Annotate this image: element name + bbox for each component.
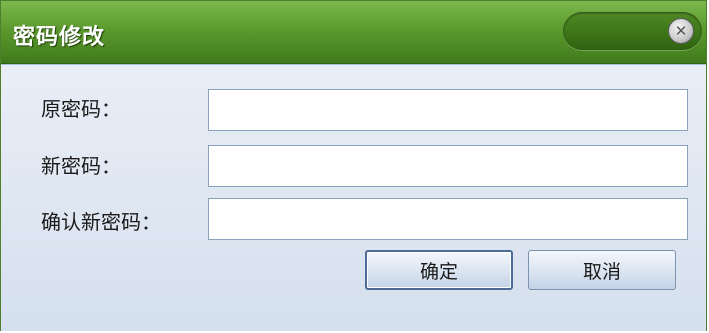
ok-button[interactable]: 确定 <box>365 250 513 290</box>
old-password-label: 原密码： <box>41 97 121 121</box>
confirm-password-label: 确认新密码： <box>41 210 161 234</box>
titlebar-control-pill: ✕ <box>563 12 702 50</box>
new-password-label: 新密码： <box>41 154 121 178</box>
old-password-field[interactable] <box>208 89 688 131</box>
cancel-button[interactable]: 取消 <box>528 250 676 290</box>
new-password-field[interactable] <box>208 145 688 187</box>
dialog-title: 密码修改 <box>13 25 106 50</box>
dialog-titlebar[interactable]: 密码修改 ✕ <box>1 1 706 64</box>
password-change-dialog: 密码修改 ✕ 原密码： 新密码： 确认新密码： 确定 取消 <box>0 0 707 331</box>
dialog-body: 原密码： 新密码： 确认新密码： 确定 取消 <box>1 64 706 331</box>
confirm-password-field[interactable] <box>208 198 688 240</box>
close-icon[interactable]: ✕ <box>668 18 694 44</box>
